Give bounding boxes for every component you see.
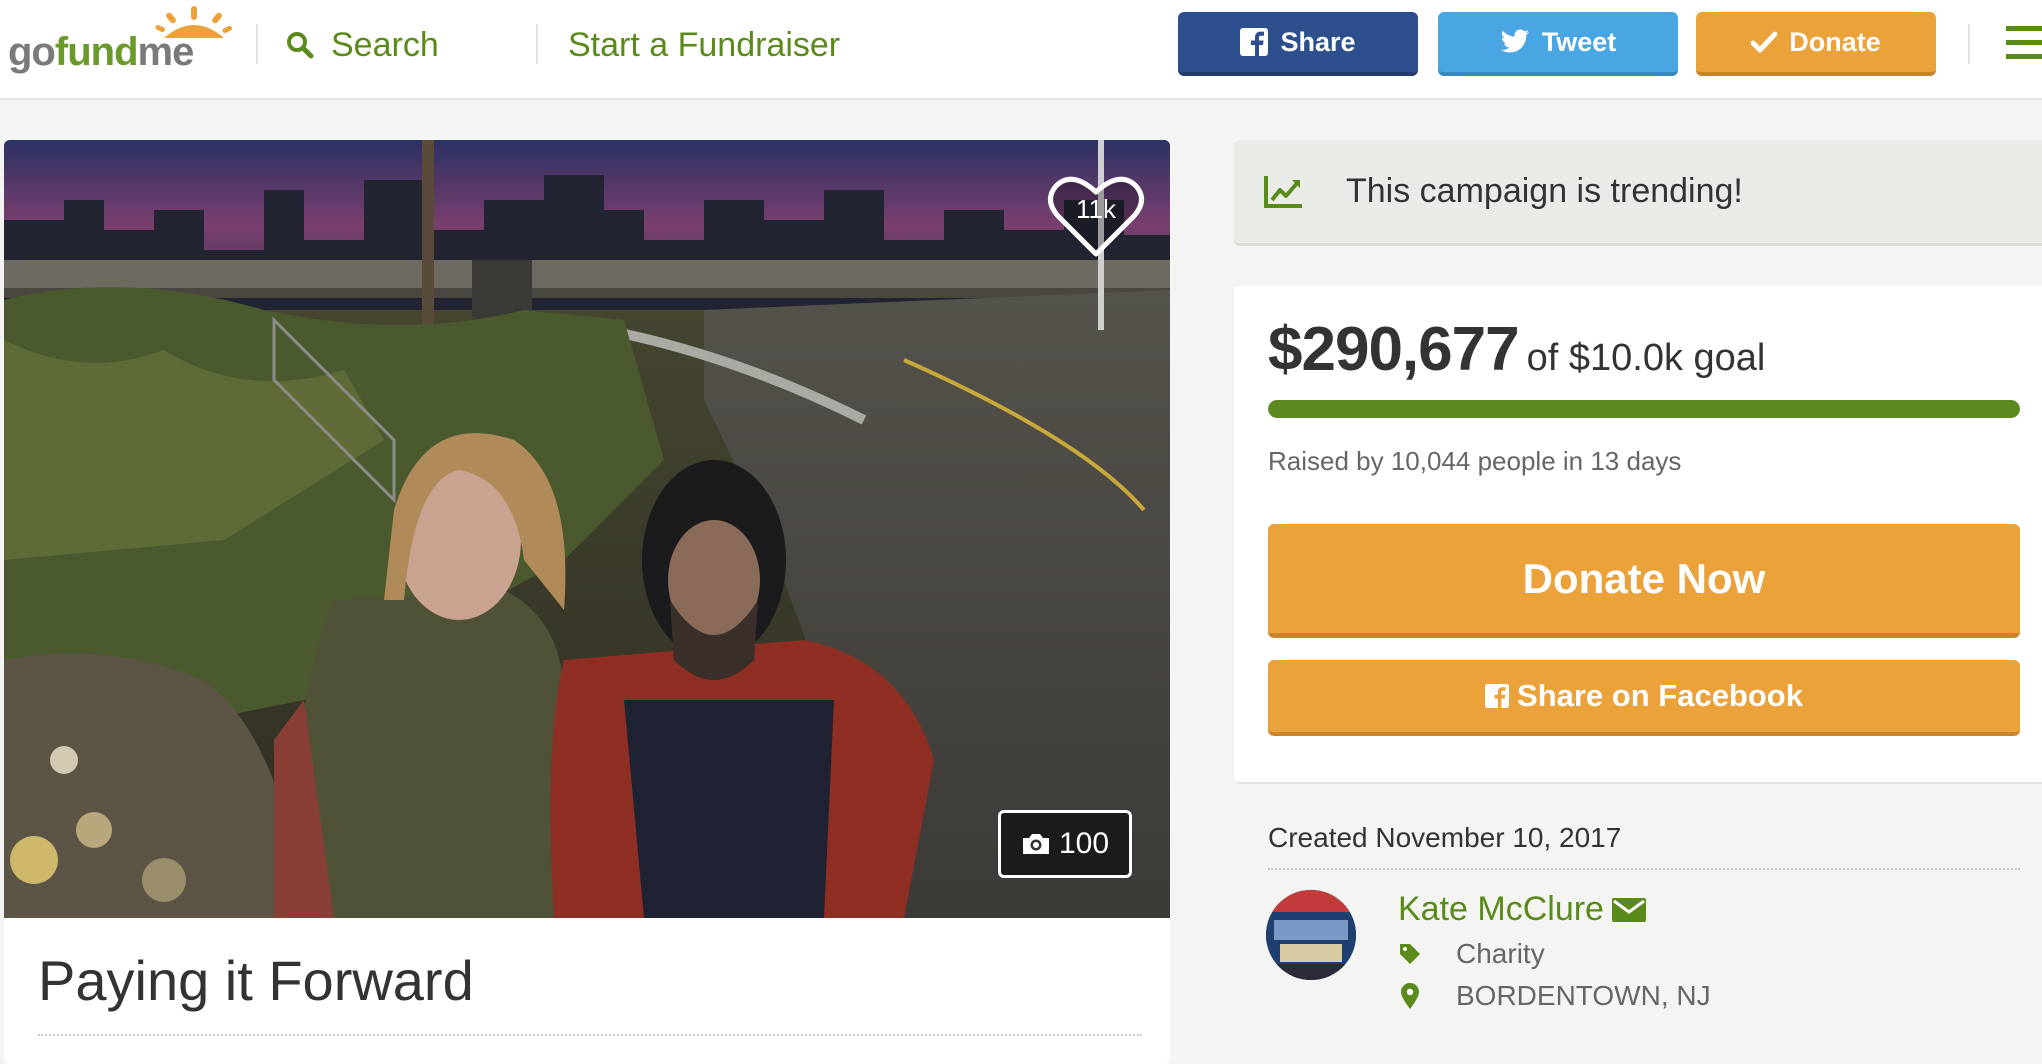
avatar-image (1266, 890, 1356, 980)
favorite-heart-badge[interactable]: 11k (1046, 170, 1146, 260)
envelope-icon[interactable] (1611, 897, 1646, 922)
logo-text-me: me (137, 30, 195, 74)
progress-bar-fill (1268, 400, 2020, 418)
header-tweet-button[interactable]: Tweet (1438, 12, 1678, 76)
search-icon (287, 32, 314, 59)
organizer-name: Kate McClure (1398, 890, 1604, 928)
nav-divider (536, 24, 538, 64)
start-fundraiser-label: Start a Fundraiser (568, 25, 841, 64)
trending-text: This campaign is trending! (1346, 172, 1743, 210)
donate-now-label: Donate Now (1522, 554, 1766, 602)
hamburger-menu-icon[interactable] (2006, 26, 2042, 62)
organizer-name-link[interactable]: Kate McClure (1398, 890, 1646, 929)
nav-divider (256, 24, 258, 64)
facebook-icon (1240, 28, 1269, 56)
share-on-facebook-label: Share on Facebook (1517, 678, 1803, 713)
category-row: Charity (1398, 938, 1545, 970)
tag-icon (1400, 944, 1420, 964)
location-row: BORDENTOWN, NJ (1398, 980, 1711, 1012)
progress-bar (1268, 400, 2020, 418)
donate-now-button[interactable]: Donate Now (1268, 524, 2020, 638)
goal-text: of $10.0k goal (1526, 337, 1766, 379)
campaign-photo[interactable]: 11k 100 (4, 140, 1170, 918)
heart-count: 11k (1076, 194, 1116, 224)
search-link[interactable]: Search (285, 24, 439, 66)
raised-by-text: Raised by 10,044 people in 13 days (1268, 446, 1682, 476)
campaign-photo-image (4, 140, 1170, 918)
gofundme-logo[interactable]: gofundme (8, 6, 232, 76)
tweet-label: Tweet (1541, 26, 1617, 57)
facebook-icon (1485, 684, 1510, 708)
category-text[interactable]: Charity (1456, 938, 1545, 970)
map-pin-icon (1401, 983, 1419, 1009)
share-label: Share (1280, 26, 1356, 57)
checkmark-icon (1751, 31, 1778, 53)
share-on-facebook-button[interactable]: Share on Facebook (1268, 660, 2020, 736)
campaign-media-card: 11k 100 Paying it Forward (4, 140, 1170, 1064)
twitter-bird-icon (1500, 29, 1529, 53)
organizer-avatar[interactable] (1266, 890, 1356, 980)
header-share-button[interactable]: Share (1178, 12, 1418, 76)
camera-icon (1022, 834, 1049, 854)
donation-summary-card: $290,677 of $10.0k goal Raised by 10,044 … (1234, 286, 2042, 784)
amount-raised-line: $290,677 of $10.0k goal (1268, 314, 1765, 385)
photo-count-badge[interactable]: 100 (998, 810, 1132, 878)
photo-count: 100 (1058, 827, 1110, 860)
amount-raised: $290,677 (1268, 315, 1520, 384)
campaign-title: Paying it Forward (38, 949, 474, 1012)
top-navigation-bar: gofundme Search Start a Fundraiser Share… (0, 0, 2042, 100)
title-divider (38, 1034, 1142, 1036)
created-divider (1268, 868, 2020, 870)
header-donate-button[interactable]: Donate (1696, 12, 1936, 76)
logo-wordmark: gofundme (8, 30, 195, 75)
location-text: BORDENTOWN, NJ (1456, 980, 1711, 1011)
search-label: Search (331, 25, 439, 64)
logo-text-fund: fund (54, 30, 139, 74)
created-date: Created November 10, 2017 (1268, 822, 1622, 853)
nav-divider (1968, 24, 1970, 64)
start-fundraiser-link[interactable]: Start a Fundraiser (568, 24, 840, 66)
logo-text-go: go (8, 30, 56, 74)
trending-banner: This campaign is trending! (1234, 140, 2042, 246)
donate-label: Donate (1789, 26, 1881, 57)
trend-chart-icon (1264, 176, 1302, 208)
